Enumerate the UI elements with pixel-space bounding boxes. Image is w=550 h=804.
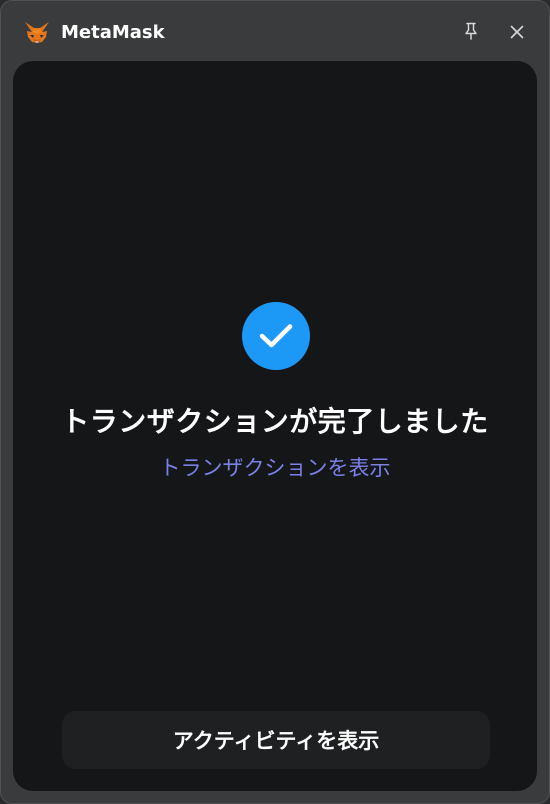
- metamask-fox-icon: [24, 21, 50, 45]
- view-transaction-link[interactable]: トランザクションを表示: [13, 453, 537, 483]
- app-title: MetaMask: [61, 22, 165, 43]
- title-bar[interactable]: MetaMask: [1, 1, 549, 61]
- view-activity-button[interactable]: アクティビティを表示: [62, 711, 490, 769]
- close-icon: [510, 24, 524, 43]
- check-circle-icon: [242, 302, 310, 370]
- transaction-complete-heading: トランザクションが完了しました: [61, 405, 489, 438]
- pin-icon: [463, 22, 479, 44]
- close-button[interactable]: [501, 17, 533, 49]
- pin-button[interactable]: [455, 17, 487, 49]
- content-panel: トランザクションが完了しました トランザクションを表示 アクティビティを表示: [13, 61, 537, 791]
- metamask-window: MetaMask トランザクションが完了しました トランザクションを表示 アクテ…: [0, 0, 550, 804]
